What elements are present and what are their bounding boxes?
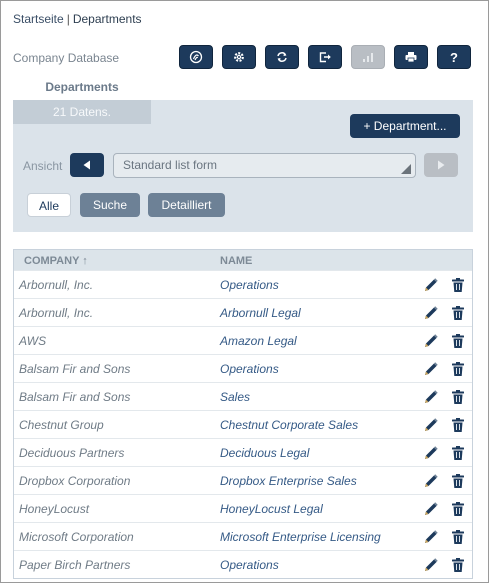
refresh-icon (277, 52, 287, 62)
trash-icon[interactable] (451, 445, 465, 464)
export-icon (319, 52, 331, 63)
previous-view-button[interactable] (70, 153, 104, 177)
departments-table: COMPANY ↑ NAME Arbornull, Inc. Operations… (13, 249, 473, 579)
column-header-company[interactable]: COMPANY ↑ (24, 255, 88, 267)
cell-name[interactable]: Operations (220, 558, 279, 572)
edit-icon[interactable] (423, 417, 439, 436)
breadcrumb: Startseite | Departments (13, 12, 142, 26)
edit-icon[interactable] (423, 501, 439, 520)
table-row[interactable]: Balsam Fir and Sons Sales (14, 382, 472, 410)
table-row[interactable]: Microsoft Corporation Microsoft Enterpris… (14, 522, 472, 550)
filter-search-button[interactable]: Suche (80, 193, 140, 217)
table-row[interactable]: Dropbox Corporation Dropbox Enterprise Sa… (14, 466, 472, 494)
trash-icon[interactable] (451, 557, 465, 576)
cell-name[interactable]: HoneyLocust Legal (220, 502, 323, 516)
tab-departments[interactable]: Departments (13, 74, 151, 100)
table-row[interactable]: Arbornull, Inc. Operations (14, 270, 472, 298)
gear-icon (234, 52, 244, 62)
record-count: 21 Datens. (13, 100, 151, 124)
add-department-button[interactable]: + Department... (350, 114, 460, 138)
cell-company: Arbornull, Inc. (19, 278, 94, 292)
cell-name[interactable]: Sales (220, 390, 250, 404)
chart-icon (363, 53, 373, 62)
edit-icon[interactable] (423, 529, 439, 548)
trash-icon[interactable] (451, 333, 465, 352)
table-row[interactable]: Paper Birch Partners Operations (14, 550, 472, 578)
trash-icon[interactable] (451, 417, 465, 436)
table-header: COMPANY ↑ NAME (14, 250, 472, 270)
help-icon: ? (450, 49, 458, 65)
next-view-button[interactable] (424, 153, 458, 177)
table-row[interactable]: Deciduous Partners Deciduous Legal (14, 438, 472, 466)
edit-icon[interactable] (423, 389, 439, 408)
edit-icon[interactable] (423, 277, 439, 296)
breadcrumb-current: Departments (72, 12, 142, 26)
cell-name[interactable]: Amazon Legal (220, 334, 297, 348)
view-label: Ansicht (23, 159, 63, 173)
table-row[interactable]: AWS Amazon Legal (14, 326, 472, 354)
cell-name[interactable]: Operations (220, 362, 279, 376)
edit-icon[interactable] (423, 305, 439, 324)
cell-name[interactable]: Dropbox Enterprise Sales (220, 474, 357, 488)
export-button[interactable] (308, 45, 342, 69)
edit-icon[interactable] (423, 473, 439, 492)
print-button[interactable] (394, 45, 428, 69)
refresh-button[interactable] (265, 45, 299, 69)
trash-icon[interactable] (451, 305, 465, 324)
cell-company: AWS (19, 334, 47, 348)
filter-detailed-button[interactable]: Detailliert (148, 193, 225, 217)
cell-company: Deciduous Partners (19, 446, 125, 460)
table-body: Arbornull, Inc. Operations Arbornull, Inc.… (14, 270, 472, 578)
trash-icon[interactable] (451, 389, 465, 408)
view-select-value: Standard list form (123, 158, 218, 172)
edit-icon[interactable] (423, 557, 439, 576)
trash-icon[interactable] (451, 529, 465, 548)
chart-button[interactable] (351, 45, 385, 69)
table-row[interactable]: Balsam Fir and Sons Operations (14, 354, 472, 382)
table-row[interactable]: Chestnut Group Chestnut Corporate Sales (14, 410, 472, 438)
edit-icon[interactable] (423, 361, 439, 380)
settings-button[interactable] (222, 45, 256, 69)
cell-name[interactable]: Operations (220, 278, 279, 292)
cell-company: Balsam Fir and Sons (19, 390, 131, 404)
cell-name[interactable]: Microsoft Enterprise Licensing (220, 530, 381, 544)
table-row[interactable]: Arbornull, Inc. Arbornull Legal (14, 298, 472, 326)
print-icon (405, 52, 417, 63)
cell-company: Chestnut Group (19, 418, 104, 432)
filter-all-button[interactable]: Alle (27, 193, 71, 217)
breadcrumb-separator: | (66, 12, 70, 26)
cell-name[interactable]: Deciduous Legal (220, 446, 309, 460)
cell-name[interactable]: Arbornull Legal (220, 306, 301, 320)
arrow-right-icon (438, 160, 445, 170)
fingerprint-button[interactable] (179, 45, 213, 69)
trash-icon[interactable] (451, 361, 465, 380)
cell-company: Dropbox Corporation (19, 474, 131, 488)
edit-icon[interactable] (423, 445, 439, 464)
fingerprint-icon (189, 50, 203, 64)
database-name: Company Database (13, 51, 120, 65)
breadcrumb-home-link[interactable]: Startseite (13, 12, 64, 26)
dropdown-caret-icon (401, 164, 411, 174)
trash-icon[interactable] (451, 501, 465, 520)
cell-company: Balsam Fir and Sons (19, 362, 131, 376)
cell-company: HoneyLocust (19, 502, 90, 516)
cell-company: Paper Birch Partners (19, 558, 131, 572)
cell-name[interactable]: Chestnut Corporate Sales (220, 418, 358, 432)
list-control-panel: 21 Datens. + Department... Ansicht Stand… (13, 100, 473, 232)
trash-icon[interactable] (451, 473, 465, 492)
table-row[interactable]: HoneyLocust HoneyLocust Legal (14, 494, 472, 522)
trash-icon[interactable] (451, 277, 465, 296)
cell-company: Arbornull, Inc. (19, 306, 94, 320)
arrow-left-icon (83, 160, 90, 170)
view-select[interactable]: Standard list form (113, 153, 416, 178)
edit-icon[interactable] (423, 333, 439, 352)
cell-company: Microsoft Corporation (19, 530, 134, 544)
help-button[interactable]: ? (437, 45, 471, 69)
column-header-name[interactable]: NAME (220, 255, 252, 267)
